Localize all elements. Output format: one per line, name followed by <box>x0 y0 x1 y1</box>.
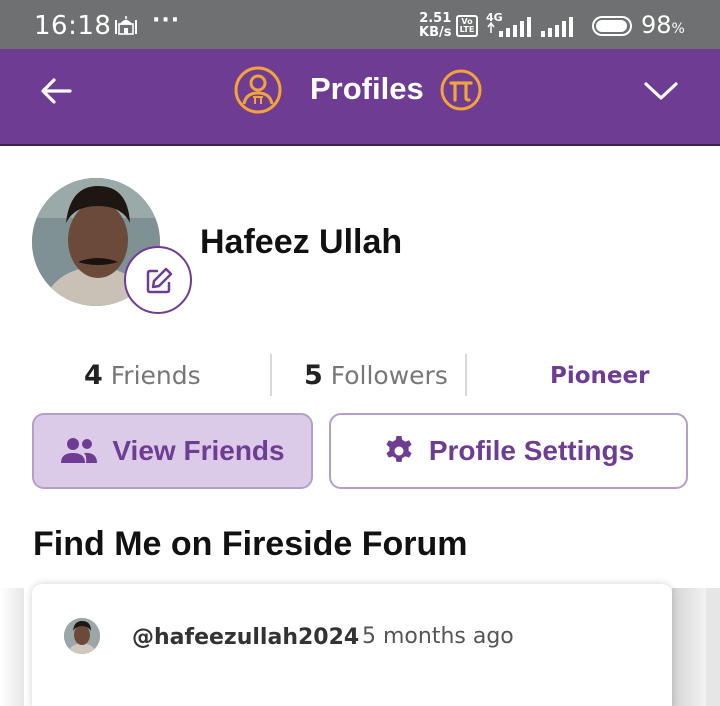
profile-settings-button[interactable]: Profile Settings <box>329 413 688 489</box>
card-shadow <box>0 588 24 706</box>
signal-icon <box>487 17 531 37</box>
followers-label: Followers <box>330 361 448 390</box>
section-title: Find Me on Fireside Forum <box>33 525 468 563</box>
battery-value: 98 <box>641 11 672 39</box>
people-icon <box>61 438 98 463</box>
post-time: 5 months ago <box>362 624 514 649</box>
chevron-down-icon[interactable] <box>640 71 682 111</box>
profile-settings-label: Profile Settings <box>428 435 635 466</box>
stat-divider <box>465 354 467 396</box>
followers-stat[interactable]: 5 Followers <box>304 360 448 391</box>
battery-fill <box>596 20 628 32</box>
gear-icon <box>386 436 412 462</box>
edit-pencil-icon <box>146 267 173 294</box>
arrow-left-icon[interactable] <box>36 71 76 111</box>
next-card-edge <box>672 588 706 706</box>
view-friends-button[interactable]: View Friends <box>32 413 313 489</box>
post-avatar-photo <box>64 618 100 654</box>
followers-count: 5 <box>304 360 323 391</box>
battery-unit: % <box>671 21 685 37</box>
speed-unit: KB/s <box>419 25 452 40</box>
battery-percent: 98% <box>641 11 685 39</box>
battery-icon <box>592 16 632 36</box>
speed-value: 2.51 <box>419 11 452 26</box>
forum-post-card[interactable]: @hafeezullah2024 5 months ago <box>32 584 672 706</box>
page-title: Profiles <box>310 71 424 106</box>
status-time: 16:18 <box>34 11 112 41</box>
friends-label: Friends <box>110 361 201 390</box>
volte-badge: Vo LTE <box>456 15 478 37</box>
signal-icon-2 <box>541 17 573 37</box>
friends-stat[interactable]: 4 Friends <box>84 360 201 391</box>
role-badge: Pioneer <box>550 363 650 389</box>
friends-count: 4 <box>84 360 103 391</box>
post-avatar <box>64 618 100 654</box>
network-speed: 2.51 KB/s <box>419 12 451 40</box>
view-friends-label: View Friends <box>112 435 285 466</box>
stat-divider <box>270 354 272 396</box>
pi-profile-icon <box>234 66 282 114</box>
status-bar: 16:18 ··· 2.51 KB/s Vo LTE 4G 98% <box>0 0 720 49</box>
edit-avatar-button[interactable] <box>124 246 192 314</box>
app-header: Profiles <box>0 49 720 146</box>
status-more-dots: ··· <box>152 8 181 33</box>
mosque-icon <box>115 16 137 35</box>
profile-name: Hafeez Ullah <box>200 223 403 261</box>
pi-coin-icon <box>440 69 482 111</box>
post-username[interactable]: @hafeezullah2024 <box>132 625 359 650</box>
next-card-edge-outer <box>706 588 720 706</box>
